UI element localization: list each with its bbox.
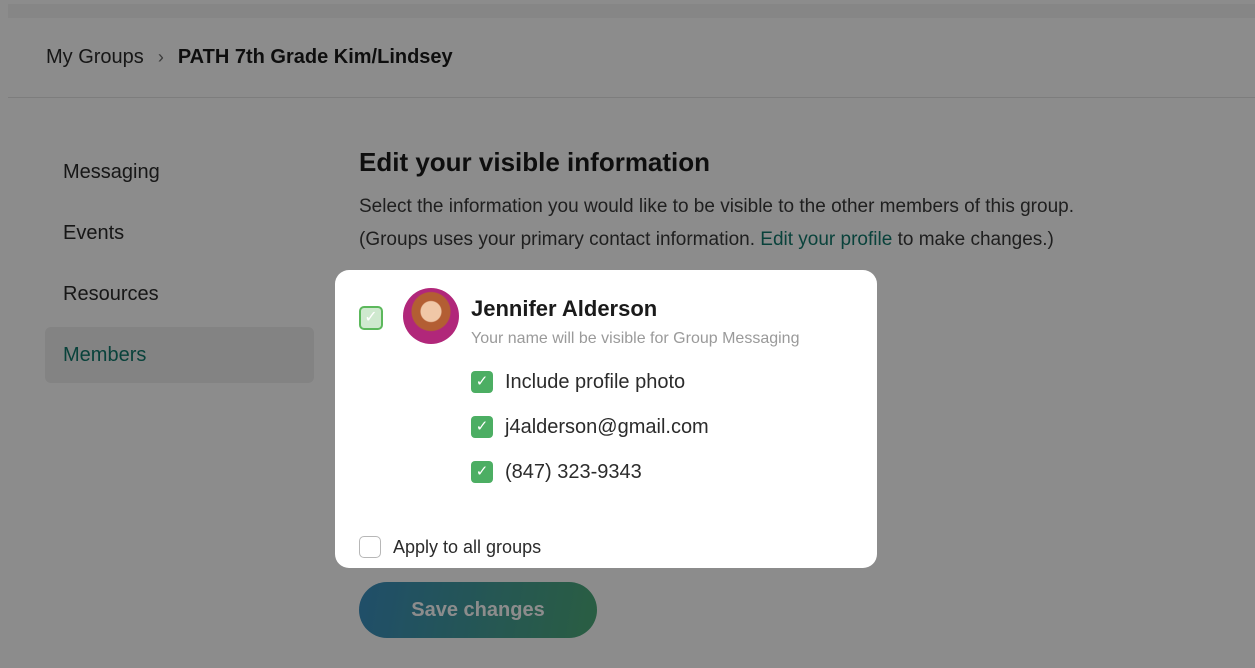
- check-icon: ✓: [364, 309, 378, 326]
- option-label: Include profile photo: [505, 370, 686, 393]
- check-icon[interactable]: ✓: [471, 461, 493, 483]
- option-label: (847) 323-9343: [505, 460, 642, 483]
- check-icon[interactable]: ✓: [471, 416, 493, 438]
- apply-all-label: Apply to all groups: [393, 536, 542, 557]
- option-phone[interactable]: ✓ (847) 323-9343: [471, 460, 642, 484]
- check-icon[interactable]: ✓: [471, 371, 493, 393]
- option-email[interactable]: ✓ j4alderson@gmail.com: [471, 415, 709, 439]
- apply-all-checkbox[interactable]: [359, 536, 381, 558]
- apply-to-all-groups[interactable]: Apply to all groups: [359, 536, 541, 558]
- option-label: j4alderson@gmail.com: [505, 415, 709, 438]
- name-visibility-note: Your name will be visible for Group Mess…: [471, 330, 800, 347]
- option-include-profile-photo[interactable]: ✓ Include profile photo: [471, 370, 685, 394]
- avatar: [403, 288, 459, 344]
- visible-info-popover: ✓ Jennifer Alderson Your name will be vi…: [335, 270, 877, 568]
- name-visibility-checkbox[interactable]: ✓: [359, 306, 383, 330]
- member-name: Jennifer Alderson: [471, 296, 658, 321]
